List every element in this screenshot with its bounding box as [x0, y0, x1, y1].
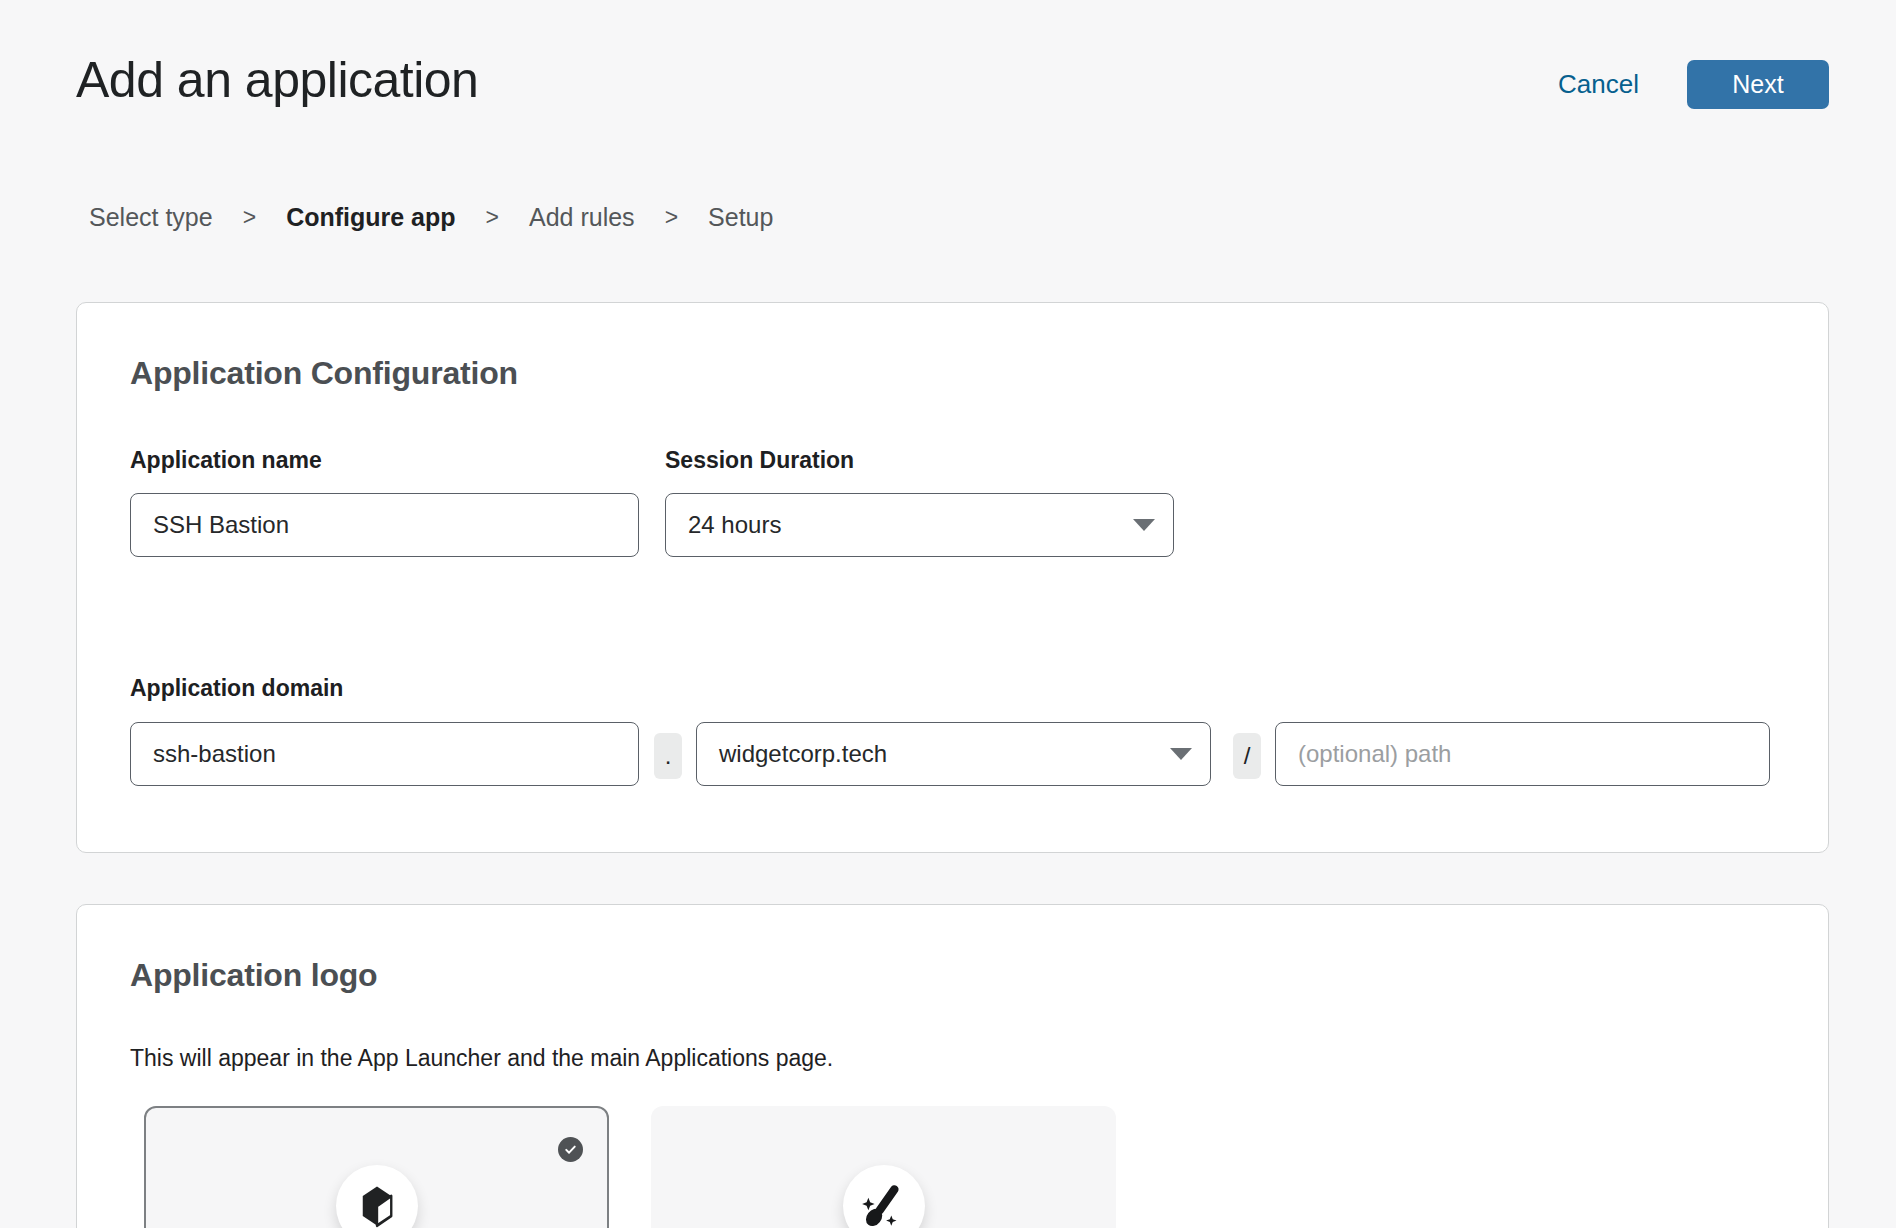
logo-option-default[interactable]: [144, 1106, 609, 1228]
breadcrumb-setup[interactable]: Setup: [708, 203, 773, 232]
session-duration-select[interactable]: 24 hours: [665, 493, 1174, 557]
domain-slash-separator: /: [1233, 733, 1261, 779]
application-name-field: Application name: [130, 447, 639, 557]
domain-dot-separator: .: [654, 733, 682, 779]
config-row-1: Application name Session Duration 24 hou…: [130, 447, 1775, 557]
logo-options-row: [144, 1106, 1775, 1228]
header-actions: Cancel Next: [1558, 60, 1829, 109]
application-name-input[interactable]: [130, 493, 639, 557]
application-name-label: Application name: [130, 447, 639, 474]
page-header: Add an application Cancel Next: [76, 55, 1829, 113]
breadcrumb-separator-3: >: [665, 204, 678, 231]
logo-card-heading: Application logo: [130, 957, 1775, 994]
paintbrush-icon: [859, 1181, 909, 1228]
domain-select[interactable]: widgetcorp.tech: [696, 722, 1211, 786]
cube-icon: [358, 1182, 396, 1228]
logo-card-description: This will appear in the App Launcher and…: [130, 1045, 1775, 1072]
page-title: Add an application: [76, 51, 478, 109]
application-domain-label: Application domain: [130, 675, 1775, 702]
breadcrumb-select-type[interactable]: Select type: [89, 203, 213, 232]
logo-option-custom[interactable]: [651, 1106, 1116, 1228]
config-card-heading: Application Configuration: [130, 355, 1775, 392]
breadcrumb: Select type > Configure app > Add rules …: [89, 203, 773, 232]
application-domain-row: . widgetcorp.tech /: [130, 722, 1775, 786]
chevron-down-icon: [1133, 519, 1155, 531]
selected-check-badge: [558, 1137, 583, 1162]
breadcrumb-separator-1: >: [243, 204, 256, 231]
chevron-down-icon: [1170, 748, 1192, 760]
breadcrumb-separator-2: >: [486, 204, 499, 231]
check-icon: [562, 1141, 579, 1158]
domain-select-value: widgetcorp.tech: [719, 740, 887, 768]
next-button[interactable]: Next: [1687, 60, 1829, 109]
session-duration-field: Session Duration 24 hours: [665, 447, 1174, 557]
cancel-button[interactable]: Cancel: [1558, 69, 1639, 100]
subdomain-input[interactable]: [130, 722, 639, 786]
breadcrumb-add-rules[interactable]: Add rules: [529, 203, 635, 232]
application-configuration-card: Application Configuration Application na…: [76, 302, 1829, 853]
breadcrumb-configure-app[interactable]: Configure app: [286, 203, 455, 232]
session-duration-value: 24 hours: [688, 511, 781, 539]
custom-logo-circle: [843, 1165, 925, 1228]
default-logo-circle: [336, 1165, 418, 1228]
path-input[interactable]: [1275, 722, 1770, 786]
application-logo-card: Application logo This will appear in the…: [76, 904, 1829, 1228]
session-duration-label: Session Duration: [665, 447, 1174, 474]
